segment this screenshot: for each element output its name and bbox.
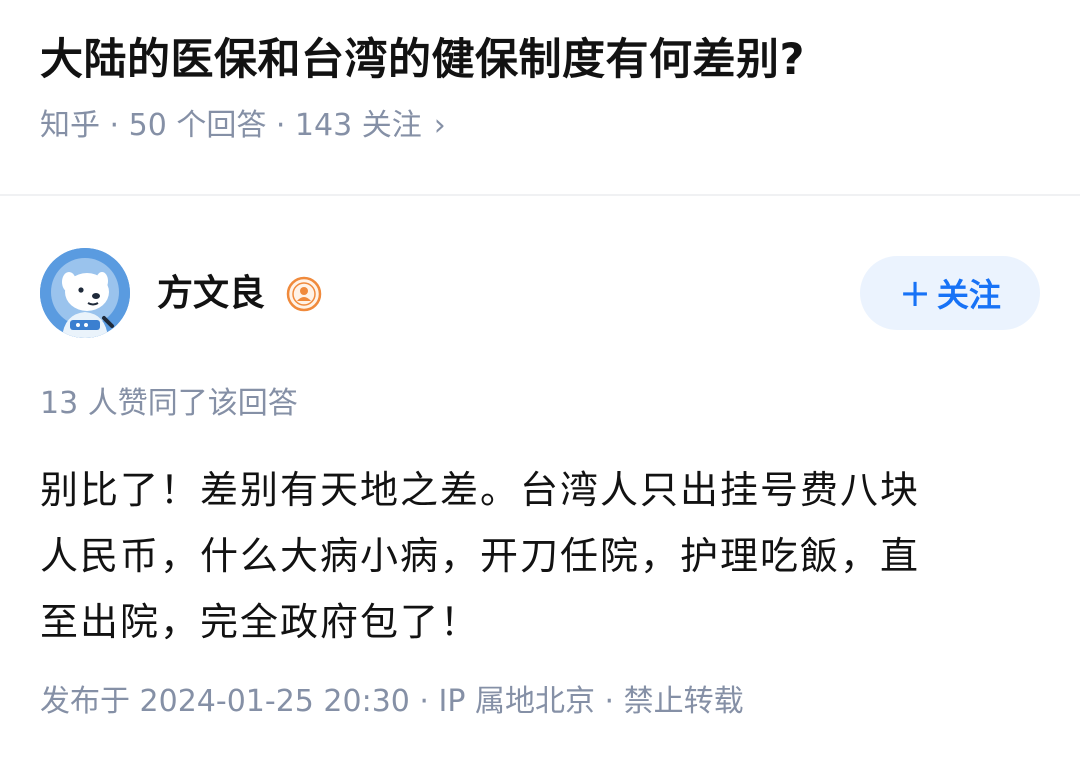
agree-count: 13 人赞同了该回答 [40,386,298,421]
section-divider [0,194,1080,196]
answer-line: 至出院，完全政府包了！ [40,600,481,644]
chevron-right-icon: › [433,108,446,143]
answer-line: 人民币，什么大病小病，开刀任院，护理吃飯，直 [40,534,921,578]
plus-icon: + [899,271,931,315]
author-name[interactable]: 方文良 [157,271,265,317]
follow-button[interactable]: + 关注 [860,256,1040,330]
answer-footer: 发布于 2024-01-25 20:30 · IP 属地北京 · 禁止转载 [40,684,744,719]
question-meta-text: 知乎 · 50 个回答 · 143 关注 [40,108,422,143]
answer-line: 别比了！差别有天地之差。台湾人只出挂号费八块 [40,468,921,512]
astronaut-dog-avatar-icon [40,248,130,338]
follow-label: 关注 [936,276,1001,314]
question-title[interactable]: 大陆的医保和台湾的健保制度有何差别? [40,30,1040,90]
user-badge-icon [286,276,322,312]
author-row: 方文良 + 关注 [40,248,1040,340]
answer-content[interactable]: 别比了！差别有天地之差。台湾人只出挂号费八块 人民币，什么大病小病，开刀任院，护… [40,457,1040,655]
question-meta[interactable]: 知乎 · 50 个回答 · 143 关注 › [40,104,446,148]
avatar[interactable] [40,248,130,338]
